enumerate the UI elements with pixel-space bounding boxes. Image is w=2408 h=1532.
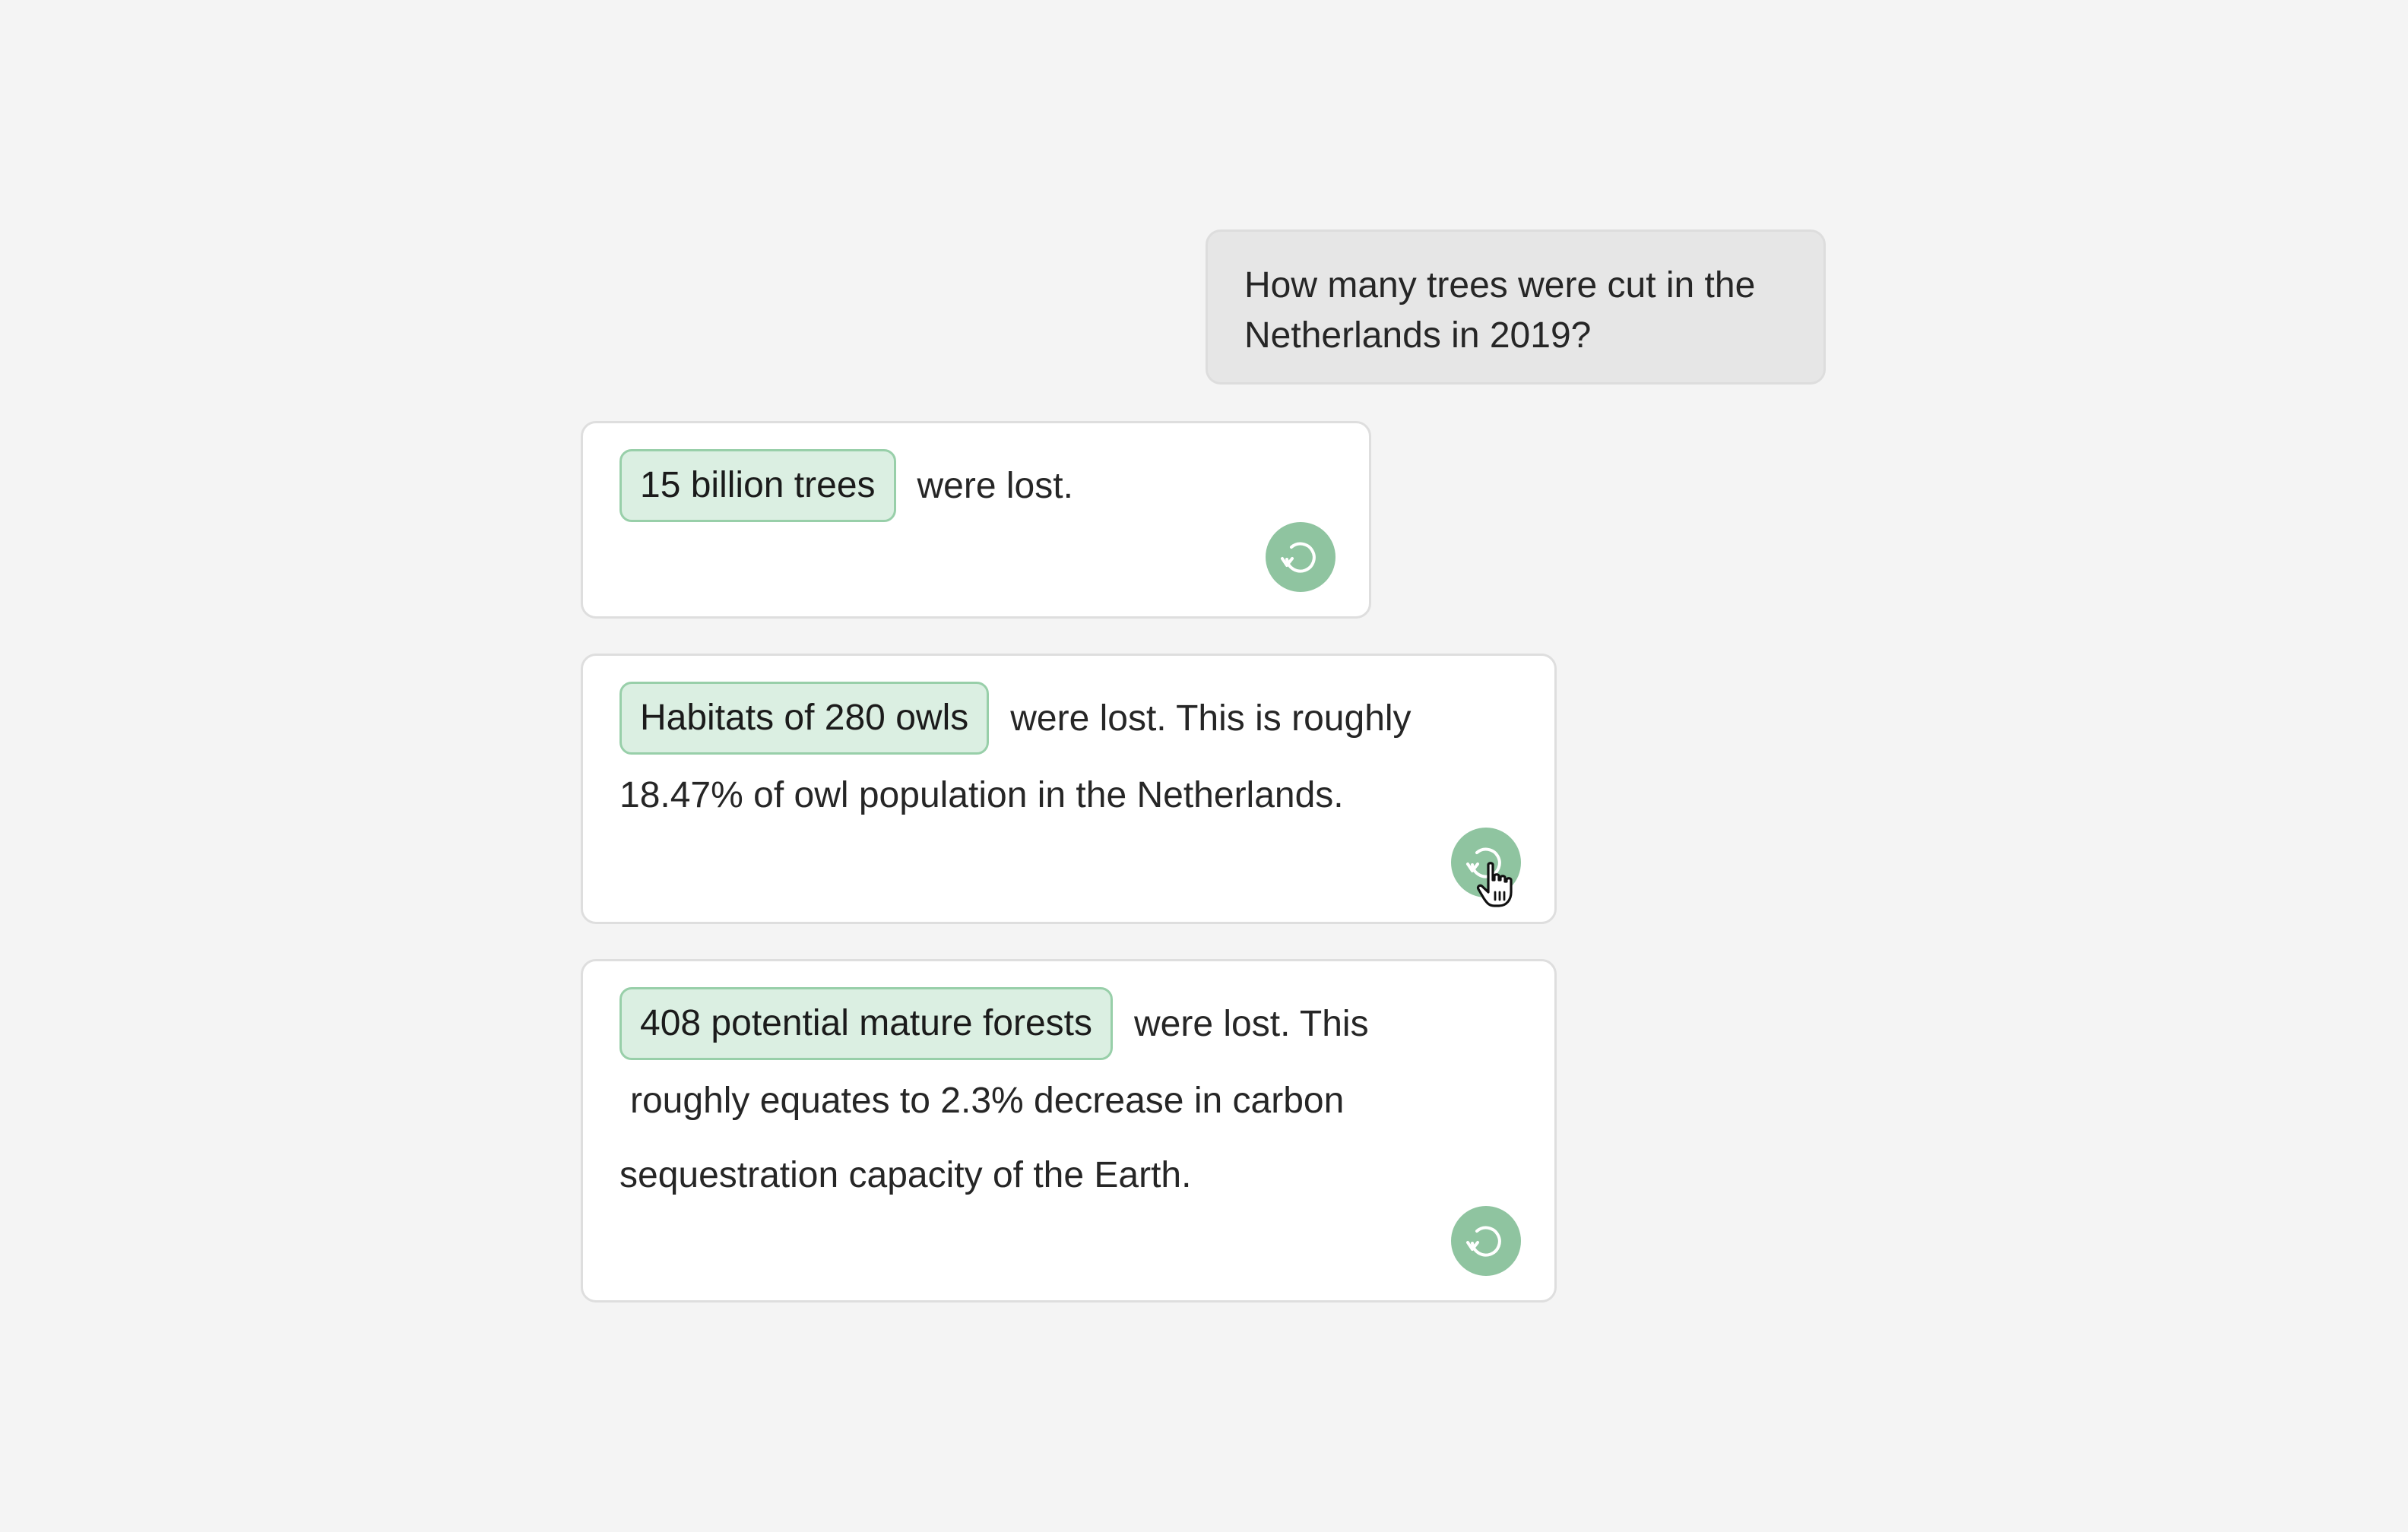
response-text: were lost. [917,465,1073,506]
response-line: 15 billion trees were lost. [619,449,1332,522]
regenerate-button[interactable] [1451,828,1521,897]
highlight-chip[interactable]: 408 potential mature forests [619,987,1114,1060]
regenerate-button[interactable] [1266,522,1335,592]
response-text: were lost. This [1134,1003,1369,1044]
highlight-chip[interactable]: 15 billion trees [619,449,896,522]
refresh-icon [1466,1226,1501,1257]
user-message-line-2: Netherlands in 2019? [1244,315,1592,356]
highlight-chip[interactable]: Habitats of 280 owls [619,682,990,755]
user-message-bubble: How many trees were cut in the Netherlan… [1206,229,1826,385]
response-card-2: Habitats of 280 owls were lost. This is … [581,654,1557,924]
response-text: were lost. This is roughly [1010,698,1412,739]
refresh-icon [1466,847,1501,878]
response-card-1: 15 billion trees were lost. [581,421,1371,619]
user-message-line-1: How many trees were cut in the [1244,265,1756,305]
response-line: 408 potential mature forests were lost. … [619,987,1518,1060]
refresh-icon [1281,542,1316,573]
response-line: Habitats of 280 owls were lost. This is … [619,682,1518,755]
response-text-line-3: sequestration capacity of the Earth. [619,1155,1192,1195]
response-text-line-2: roughly equates to 2.3% decrease in carb… [630,1081,1345,1121]
response-text-line-2: 18.47% of owl population in the Netherla… [619,775,1344,815]
response-card-3: 408 potential mature forests were lost. … [581,959,1557,1303]
regenerate-button[interactable] [1451,1206,1521,1276]
